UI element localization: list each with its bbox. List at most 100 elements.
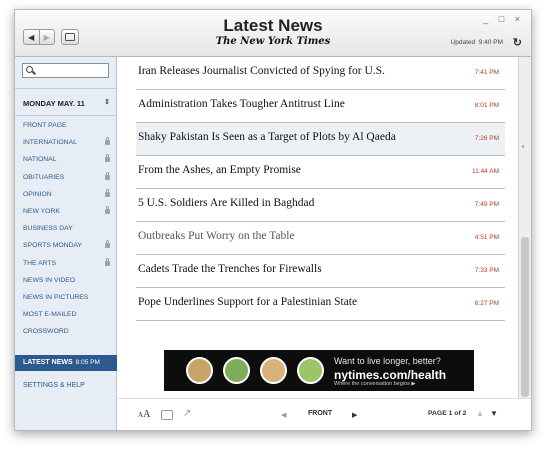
story-headline[interactable]: Administration Takes Tougher Antitrust L… (138, 98, 345, 110)
story-time: 8:01 PM (474, 102, 499, 109)
story-headline[interactable]: From the Ashes, an Empty Promise (138, 164, 301, 176)
sidebar-item-obituaries[interactable]: OBITUARIES (23, 171, 110, 189)
print-icon[interactable] (161, 410, 173, 420)
sidebar-divider (15, 88, 117, 89)
sidebar-item-label: SPORTS MONDAY (23, 242, 83, 250)
latest-news-label: LATEST NEWS (23, 359, 73, 366)
share-icon[interactable]: ↗ (183, 408, 191, 419)
story-row[interactable]: Cadets Trade the Trenches for Firewalls 7… (136, 255, 505, 288)
story-row[interactable]: Administration Takes Tougher Antitrust L… (136, 90, 505, 123)
updated-label: Updated (450, 39, 476, 46)
story-time: 4:51 PM (474, 234, 499, 241)
sidebar-item-label: MOST E-MAILED (23, 311, 77, 319)
refresh-icon[interactable]: ↻ (513, 36, 522, 49)
lock-icon (105, 188, 110, 197)
lock-icon (105, 171, 110, 180)
window-controls[interactable]: _ □ × (483, 14, 524, 24)
date-label: MONDAY MAY. 11 (23, 99, 85, 108)
bottom-toolbar: AA ↗ ◀ FRONT ▶ PAGE 1 of 2 ▲ ▼ (118, 398, 531, 430)
sidebar-item-label: NEW YORK (23, 207, 60, 215)
sidebar-item-business-day[interactable]: BUSINESS DAY (23, 223, 110, 240)
sidebar-item-label: OPINION (23, 190, 52, 198)
story-row[interactable]: Shaky Pakistan Is Seen as a Target of Pl… (136, 123, 505, 156)
story-list: Iran Releases Journalist Convicted of Sp… (118, 57, 518, 398)
story-time: 7:26 PM (474, 135, 499, 142)
sidebar-item-label: NEWS IN VIDEO (23, 276, 76, 284)
updated-status: Updated 9:40 PM (451, 39, 503, 46)
settings-help-link[interactable]: SETTINGS & HELP (23, 382, 85, 389)
story-time: 6:27 PM (474, 300, 499, 307)
ad-headline: Want to live longer, better? (334, 356, 441, 366)
sidebar-item-crossword[interactable]: CROSSWORD (23, 326, 110, 343)
story-headline[interactable]: 5 U.S. Soldiers Are Killed in Baghdad (138, 197, 314, 209)
lock-icon (105, 205, 110, 214)
sidebar-item-label: CROSSWORD (23, 328, 69, 336)
sidebar-item-opinion[interactable]: OPINION (23, 188, 110, 206)
search-input[interactable] (22, 63, 109, 78)
page-up-icon[interactable]: ▲ (476, 409, 484, 418)
sidebar-item-label: BUSINESS DAY (23, 225, 73, 233)
sidebar-item-label: THE ARTS (23, 259, 57, 267)
story-headline[interactable]: Iran Releases Journalist Convicted of Sp… (138, 65, 385, 77)
story-time: 7:41 PM (474, 69, 499, 76)
sidebar-item-label: NEWS IN PICTURES (23, 293, 89, 301)
page-down-icon[interactable]: ▼ (490, 409, 498, 418)
story-row[interactable]: Iran Releases Journalist Convicted of Sp… (136, 57, 505, 90)
sidebar-item-label: FRONT PAGE (23, 122, 67, 129)
story-headline[interactable]: Pope Underlines Support for a Palestinia… (138, 296, 357, 308)
sidebar-item-latest-news[interactable]: LATEST NEWS 8:05 PM (15, 355, 117, 371)
story-row[interactable]: Pope Underlines Support for a Palestinia… (136, 288, 505, 321)
lock-icon (105, 154, 110, 163)
story-row[interactable]: Outbreaks Put Worry on the Table 4:51 PM (136, 222, 505, 255)
ad-circle-image (186, 357, 213, 384)
sidebar-item-news-in-video[interactable]: NEWS IN VIDEO (23, 275, 110, 292)
sidebar-item-label: NATIONAL (23, 156, 57, 164)
ad-circle-image (297, 357, 324, 384)
sidebar-item-most-e-mailed[interactable]: MOST E-MAILED (23, 309, 110, 326)
prev-section-icon[interactable]: ◀ (281, 411, 286, 419)
story-headline[interactable]: Outbreaks Put Worry on the Table (138, 230, 295, 242)
sidebar-item-label: INTERNATIONAL (23, 139, 77, 147)
story-headline[interactable]: Cadets Trade the Trenches for Firewalls (138, 263, 322, 275)
lock-icon (105, 137, 110, 146)
front-label[interactable]: FRONT (308, 410, 332, 417)
lock-icon (105, 257, 110, 266)
app-window: ◀ ▶ Latest News The New York Times _ □ ×… (14, 9, 532, 431)
title-bar: ◀ ▶ Latest News The New York Times _ □ ×… (15, 10, 531, 57)
ad-circle-image (223, 357, 250, 384)
story-row[interactable]: From the Ashes, an Empty Promise 11:44 AM (136, 156, 505, 189)
updated-time: 9:40 PM (478, 39, 503, 46)
ad-domain: nytimes.com/health (334, 368, 447, 382)
story-time: 11:44 AM (472, 168, 499, 175)
lock-icon (105, 240, 110, 249)
sidebar-item-news-in-pictures[interactable]: NEWS IN PICTURES (23, 292, 110, 309)
ad-circle-image (260, 357, 287, 384)
sidebar: MONDAY MAY. 11 ⇕ FRONT PAGE INTERNATIONAL… (15, 57, 117, 430)
section-list: FRONT PAGE INTERNATIONAL NATIONAL OBITUARIE… (23, 120, 110, 343)
page-indicator: PAGE 1 of 2 (428, 410, 467, 417)
sidebar-item-sports-monday[interactable]: SPORTS MONDAY (23, 240, 110, 257)
sidebar-item-new-york[interactable]: NEW YORK (23, 205, 110, 223)
advertisement-banner[interactable]: Want to live longer, better? nytimes.com… (164, 350, 474, 391)
sidebar-item-national[interactable]: NATIONAL (23, 154, 110, 171)
sidebar-item-international[interactable]: INTERNATIONAL (23, 137, 110, 154)
date-selector[interactable]: MONDAY MAY. 11 ⇕ (23, 99, 110, 108)
story-headline[interactable]: Shaky Pakistan Is Seen as a Target of Pl… (138, 131, 396, 143)
app-title: Latest News (223, 16, 323, 35)
font-size-button[interactable]: AA (138, 409, 150, 420)
scroll-arrow-icon: ◂ (521, 144, 525, 150)
story-time: 7:49 PM (474, 201, 499, 208)
sidebar-item-front-page[interactable]: FRONT PAGE (23, 120, 110, 137)
search-icon (26, 66, 33, 73)
latest-news-time: 8:05 PM (75, 359, 100, 366)
sidebar-item-label: OBITUARIES (23, 173, 65, 181)
story-time: 7:33 PM (474, 267, 499, 274)
sidebar-item-the-arts[interactable]: THE ARTS (23, 257, 110, 275)
scrollbar[interactable]: ◂ (518, 57, 531, 398)
next-section-icon[interactable]: ▶ (352, 411, 357, 419)
ad-tagline: Where the conversation begins ▶ (334, 381, 416, 387)
date-stepper-icon[interactable]: ⇕ (104, 98, 110, 106)
story-row[interactable]: 5 U.S. Soldiers Are Killed in Baghdad 7:4… (136, 189, 505, 222)
scrollbar-thumb[interactable] (521, 237, 529, 397)
sidebar-divider (15, 115, 117, 116)
